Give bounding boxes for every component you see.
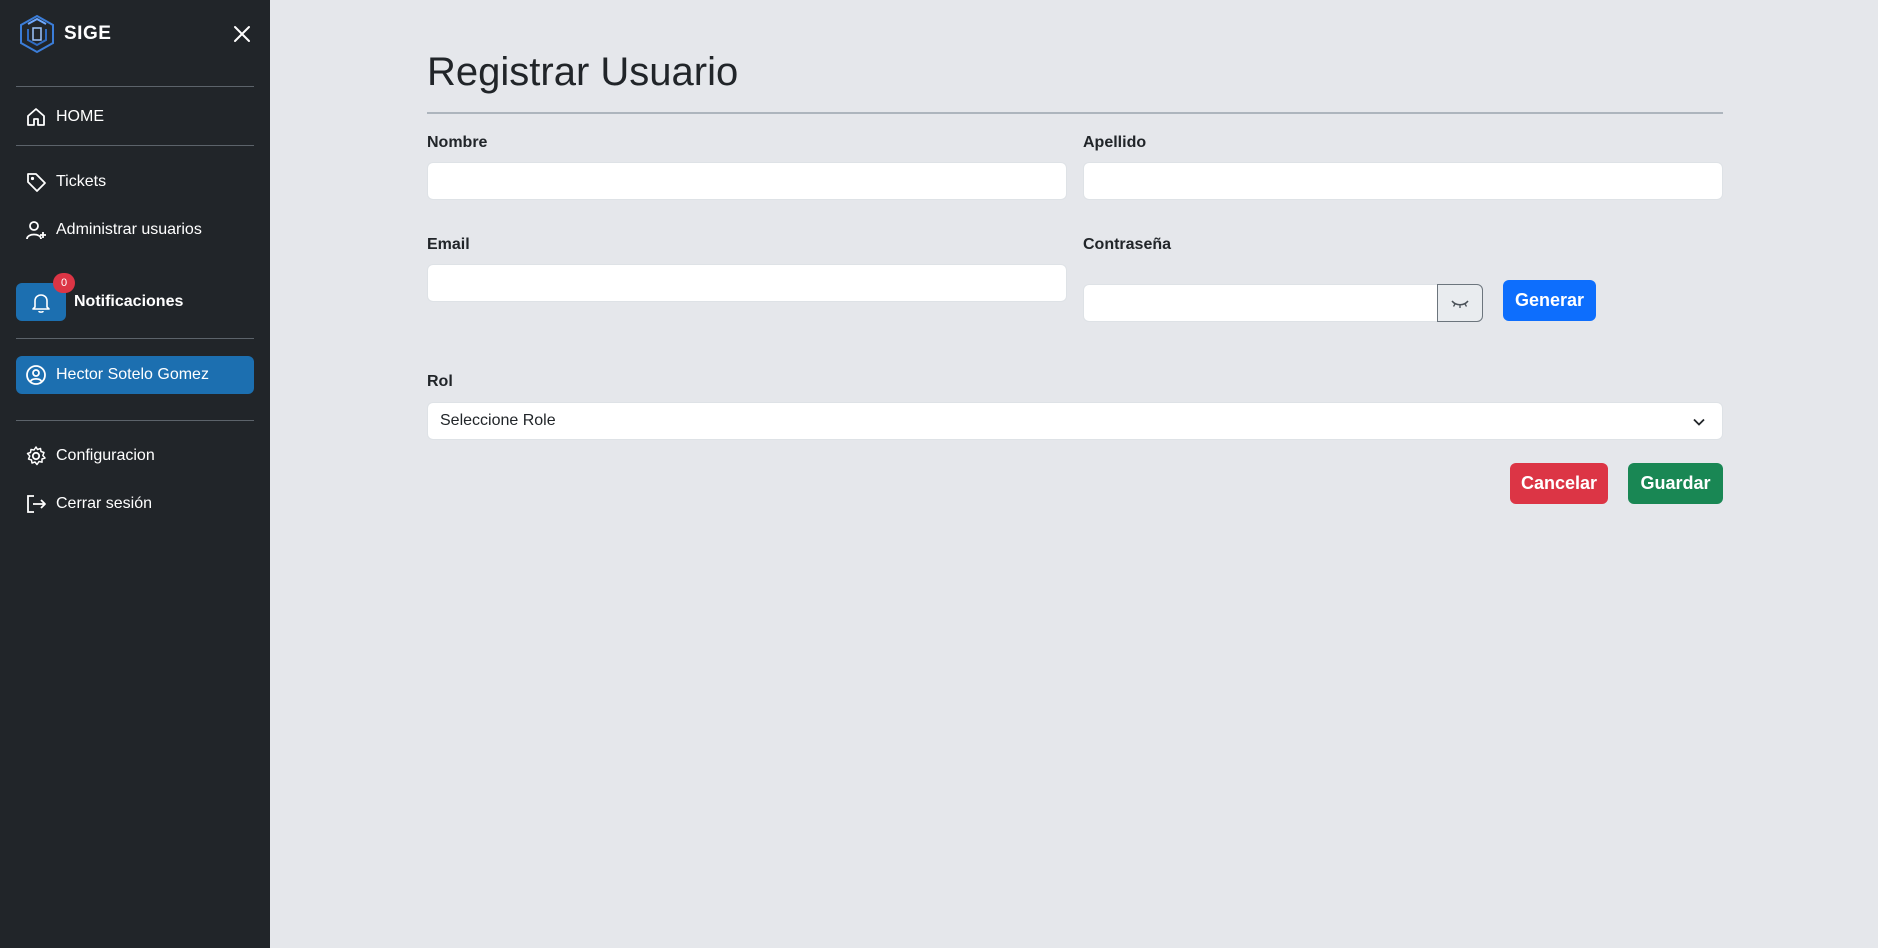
role-select[interactable]: Seleccione Role — [427, 402, 1723, 440]
bell-box: 0 — [16, 273, 75, 321]
user-circle-icon — [24, 363, 48, 387]
nav-label-user: Hector Sotelo Gomez — [56, 366, 209, 383]
notification-count-badge: 0 — [53, 273, 75, 293]
divider — [16, 86, 254, 87]
user-plus-icon — [24, 218, 48, 242]
nav-label-logout: Cerrar sesión — [56, 495, 153, 512]
cube-logo-icon — [20, 14, 54, 54]
password-input[interactable] — [1083, 284, 1438, 322]
divider — [16, 420, 254, 421]
nav-item-config[interactable]: Configuracion — [16, 437, 254, 475]
cancel-button[interactable]: Cancelar — [1510, 463, 1608, 504]
divider — [16, 338, 254, 339]
logout-icon — [24, 492, 48, 516]
generate-password-button[interactable]: Generar — [1503, 280, 1596, 321]
sidebar: SIGE HOME Tickets Administrar usuarios 0… — [0, 0, 270, 948]
gear-icon — [24, 444, 48, 468]
nombre-input[interactable] — [427, 162, 1067, 200]
nombre-label: Nombre — [427, 134, 488, 151]
nav-item-admin-users[interactable]: Administrar usuarios — [16, 211, 254, 249]
home-icon — [24, 105, 48, 129]
divider — [16, 145, 254, 146]
bell-icon — [32, 294, 50, 313]
tag-icon — [24, 170, 48, 194]
nav-item-home[interactable]: HOME — [16, 98, 254, 136]
nav-label-config: Configuracion — [56, 447, 155, 464]
chevron-down-icon — [1693, 418, 1705, 426]
save-button[interactable]: Guardar — [1628, 463, 1723, 504]
nav-label-tickets: Tickets — [56, 173, 107, 190]
notifications-label: Notificaciones — [74, 293, 184, 310]
close-icon[interactable] — [232, 24, 252, 44]
brand-name: SIGE — [64, 23, 112, 44]
page-title: Registrar Usuario — [427, 50, 739, 94]
nav-item-tickets[interactable]: Tickets — [16, 163, 254, 201]
email-label: Email — [427, 236, 470, 253]
toggle-password-visibility-button[interactable] — [1437, 284, 1483, 322]
email-input[interactable] — [427, 264, 1067, 302]
eye-slash-icon — [1451, 300, 1469, 308]
notifications-button[interactable]: 0 Notificaciones — [16, 273, 184, 321]
apellido-input[interactable] — [1083, 162, 1723, 200]
title-divider — [427, 112, 1723, 114]
nav-label-home: HOME — [56, 108, 104, 125]
brand[interactable]: SIGE — [18, 14, 111, 54]
role-select-value: Seleccione Role — [440, 412, 556, 429]
nav-label-admin-users: Administrar usuarios — [56, 221, 202, 238]
password-label: Contraseña — [1083, 236, 1172, 253]
role-label: Rol — [427, 373, 453, 390]
nav-item-logout[interactable]: Cerrar sesión — [16, 485, 254, 523]
apellido-label: Apellido — [1083, 134, 1147, 151]
nav-item-user-profile[interactable]: Hector Sotelo Gomez — [16, 356, 254, 394]
